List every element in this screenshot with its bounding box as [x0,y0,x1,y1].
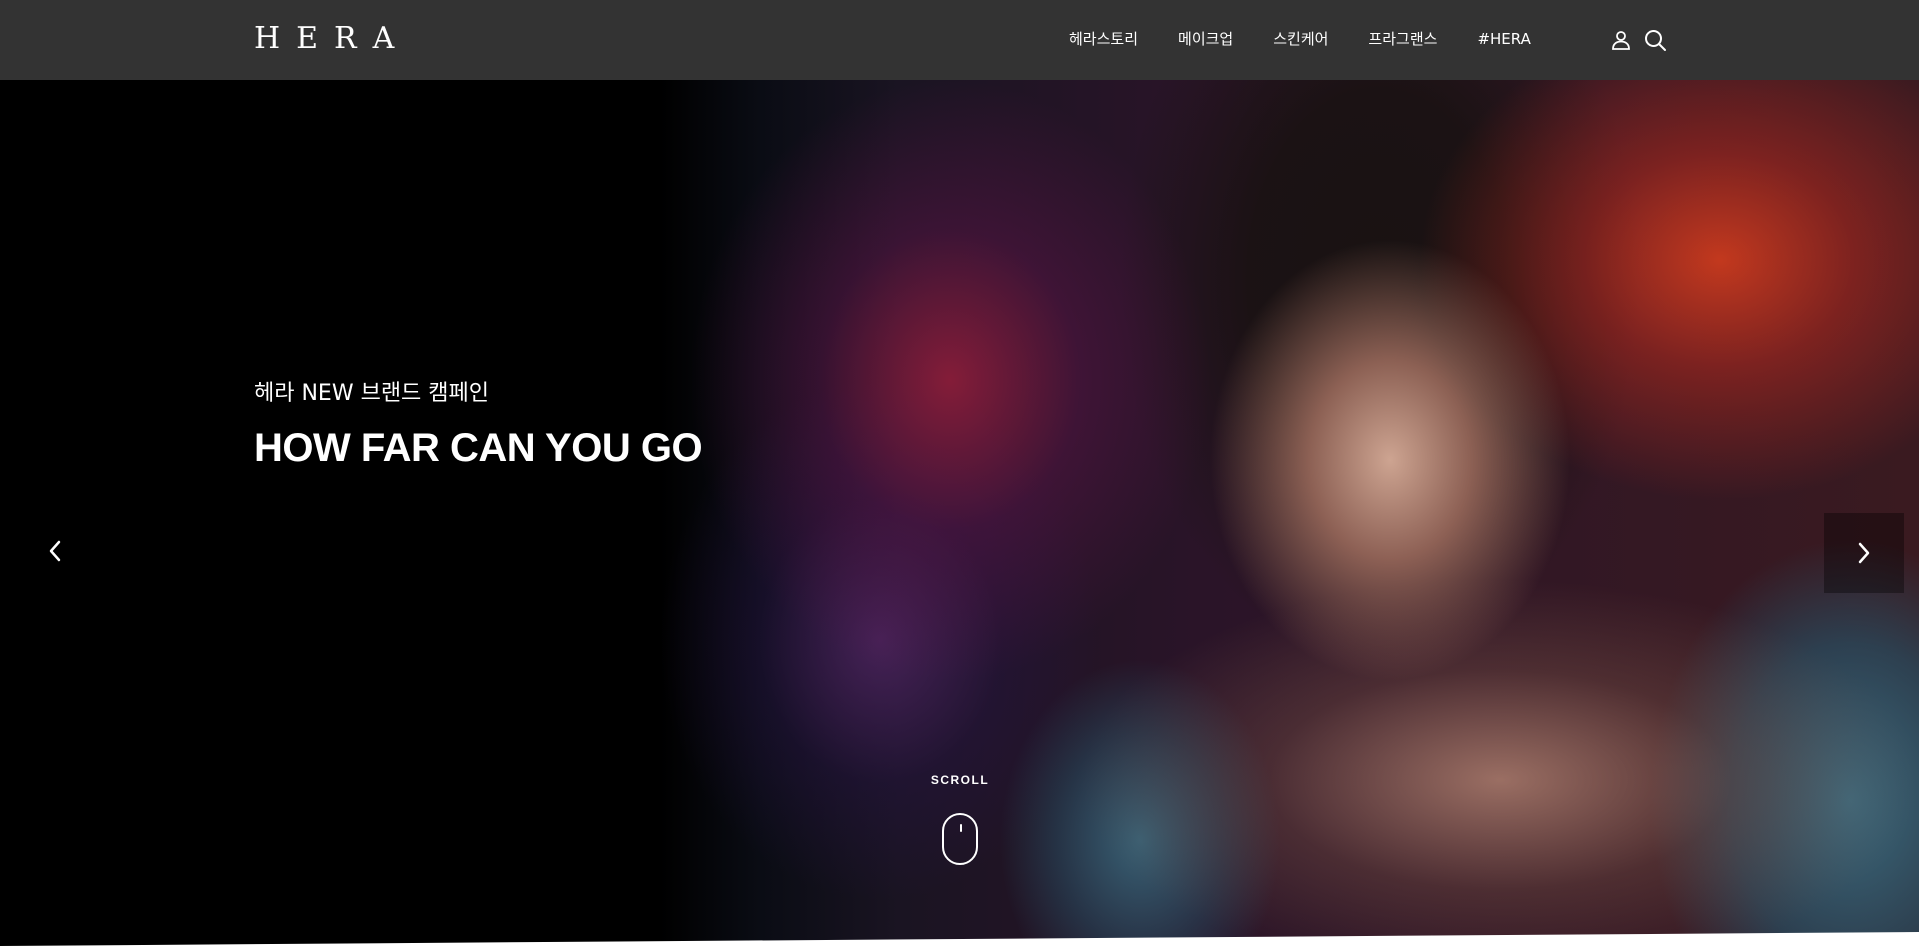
site-header: HERA 헤라스토리 메이크업 스킨케어 프라그랜스 #HERA [0,0,1919,80]
nav-item-makeup[interactable]: 메이크업 [1178,28,1233,50]
chevron-right-icon [1858,542,1870,564]
scroll-label: SCROLL [930,773,990,787]
header-icons [1608,27,1668,53]
hero-banner: 헤라 NEW 브랜드 캠페인 HOW FAR CAN YOU GO SCROLL [0,80,1919,946]
search-icon[interactable] [1642,27,1668,53]
slide-next-button[interactable] [1824,513,1904,593]
scroll-wheel [960,824,962,832]
hero-title: HOW FAR CAN YOU GO [254,426,703,470]
nav-item-hera-story[interactable]: 헤라스토리 [1069,28,1138,50]
hero-text-block: 헤라 NEW 브랜드 캠페인 HOW FAR CAN YOU GO [254,378,703,472]
hera-logo[interactable]: HERA [254,24,410,54]
nav-item-hashtag-hera[interactable]: #HERA [1477,28,1530,50]
main-nav: 헤라스토리 메이크업 스킨케어 프라그랜스 #HERA [1069,28,1531,50]
user-icon[interactable] [1608,27,1634,53]
chevron-left-icon [49,540,61,562]
slide-prev-button[interactable] [40,536,70,566]
hero-subtitle: 헤라 NEW 브랜드 캠페인 [254,381,490,406]
hero-bottom-divider [0,932,1919,946]
nav-item-fragrance[interactable]: 프라그랜스 [1368,28,1437,50]
scroll-mouse-icon[interactable] [942,813,978,865]
nav-item-skincare[interactable]: 스킨케어 [1273,28,1328,50]
